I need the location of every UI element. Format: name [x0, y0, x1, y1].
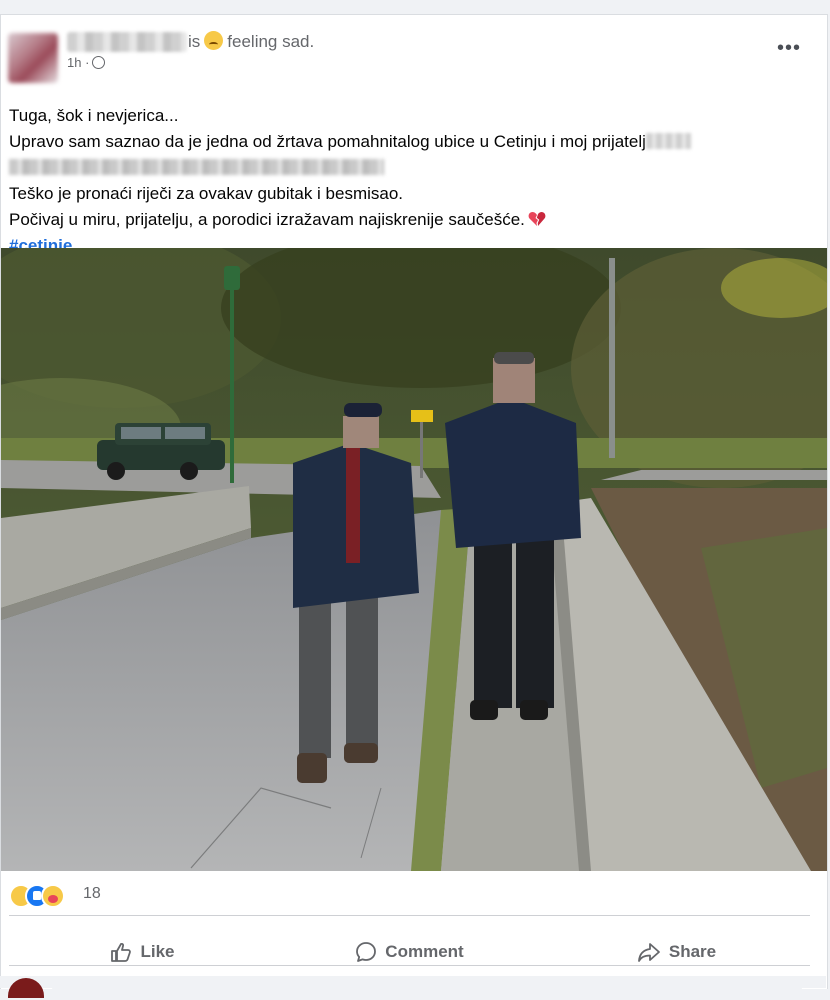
- status-is: is: [188, 32, 201, 51]
- post-line-4: Teško je pronaći riječi za ovakav gubita…: [9, 184, 404, 203]
- post-line-2: Upravo sam saznao da je jedna od žrtava …: [9, 129, 809, 155]
- author-name-blurred[interactable]: [67, 32, 187, 52]
- globe-icon: [92, 56, 106, 69]
- post-actions: Like Comment Share: [9, 927, 810, 977]
- divider-bottom: [9, 965, 810, 966]
- comment-icon: [356, 942, 377, 962]
- post-line-5: Počivaj u miru, prijatelju, a porodici i…: [9, 207, 809, 233]
- post-line-1: Tuga, šok i nevjerica...: [9, 106, 179, 125]
- sad-face-icon: [204, 31, 224, 50]
- post-text: Tuga, šok i nevjerica... Upravo sam sazn…: [9, 103, 809, 259]
- like-label: Like: [140, 942, 175, 961]
- post-line-2-text: Upravo sam saznao da je jedna od žrtava …: [9, 132, 646, 151]
- share-icon: [637, 943, 660, 962]
- post-line-5-text: Počivaj u miru, prijatelju, a porodici i…: [9, 210, 525, 229]
- comment-input[interactable]: [52, 980, 802, 1000]
- share-label: Share: [668, 942, 717, 961]
- share-button[interactable]: Share: [543, 927, 810, 977]
- post-meta: 1h ·: [67, 55, 106, 70]
- comment-label: Comment: [385, 942, 464, 961]
- comment-button[interactable]: Comment: [276, 927, 543, 977]
- post-photo[interactable]: [1, 248, 827, 871]
- post-time[interactable]: 1h ·: [67, 55, 89, 70]
- thumbs-up-icon: [111, 942, 132, 962]
- photo-scene: [1, 248, 827, 871]
- blurred-text: [9, 159, 384, 175]
- like-button[interactable]: Like: [9, 927, 276, 977]
- post-card: is feeling sad. 1h · ••• Tuga, šok i nevj…: [0, 14, 828, 989]
- status-feeling: feeling sad.: [227, 32, 315, 51]
- feeling-status: is feeling sad.: [188, 31, 314, 52]
- author-avatar[interactable]: [8, 33, 58, 83]
- divider-top: [9, 915, 810, 916]
- more-options-button[interactable]: •••: [777, 37, 801, 60]
- post-line-3-blurred: [9, 155, 809, 181]
- care-reaction-icon: [41, 884, 65, 908]
- broken-heart-icon: [528, 212, 546, 226]
- reaction-count[interactable]: 18: [83, 885, 101, 903]
- blurred-name: [645, 133, 691, 149]
